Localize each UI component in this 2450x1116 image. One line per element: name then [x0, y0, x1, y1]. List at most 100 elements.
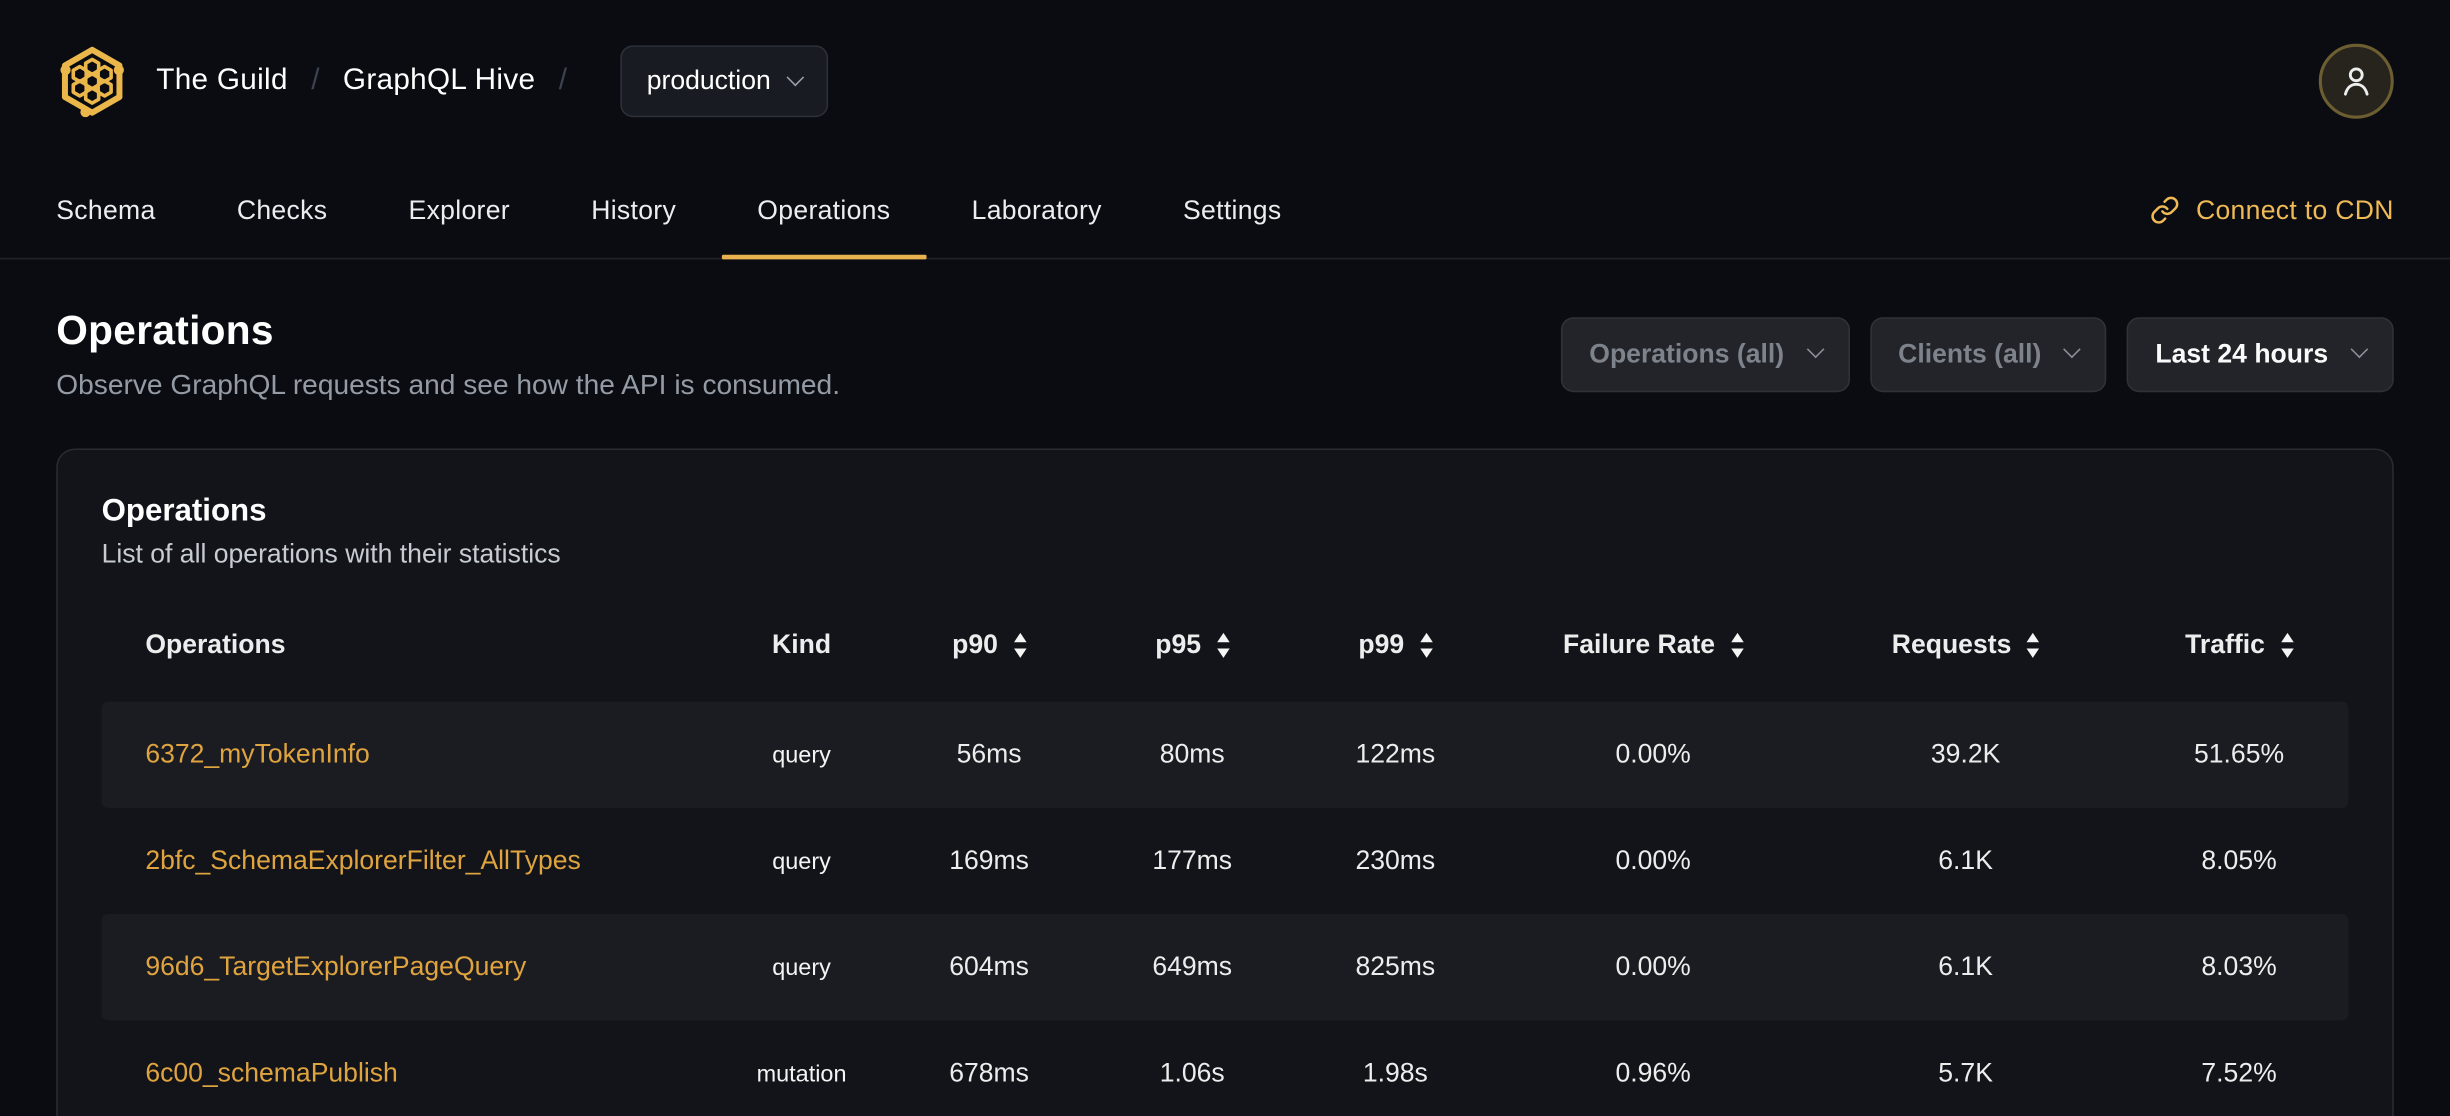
- period-filter-dropdown[interactable]: Last 24 hours: [2127, 316, 2394, 392]
- sort-asc-icon: [1013, 632, 1027, 643]
- operation-link[interactable]: 96d6_TargetExplorerPageQuery: [145, 952, 526, 982]
- column-label: Failure Rate: [1563, 629, 1716, 660]
- sort-arrows-icon[interactable]: [1216, 632, 1230, 658]
- breadcrumb-project[interactable]: GraphQL Hive: [343, 64, 535, 98]
- table-row: 96d6_TargetExplorerPageQuery query 604ms…: [101, 914, 2349, 1021]
- connect-to-cdn-label: Connect to CDN: [2195, 194, 2394, 225]
- page-title: Operations: [56, 306, 274, 354]
- sort-arrows-icon[interactable]: [1013, 632, 1027, 658]
- traffic-cell: 8.05%: [2201, 845, 2277, 875]
- p90-cell: 678ms: [949, 1057, 1029, 1088]
- column-label: Kind: [772, 629, 832, 660]
- p90-cell: 56ms: [956, 739, 1022, 769]
- sort-desc-icon: [1419, 648, 1433, 658]
- column-header-operations: Operations: [102, 630, 724, 661]
- failure-rate-cell: 0.96%: [1615, 1057, 1691, 1088]
- card-title: Operations: [101, 493, 267, 529]
- p99-cell: 1.98s: [1362, 1057, 1428, 1088]
- chevron-down-icon: [786, 67, 805, 86]
- chevron-down-icon: [1806, 340, 1825, 359]
- kind-cell: query: [772, 847, 831, 875]
- target-selector[interactable]: production: [620, 45, 829, 118]
- page-header: Operations Observe GraphQL requests and …: [0, 259, 2450, 401]
- tab-history[interactable]: History: [555, 163, 712, 258]
- breadcrumb-org[interactable]: The Guild: [156, 64, 288, 98]
- tab-explorer[interactable]: Explorer: [373, 163, 546, 258]
- table-row: 6372_myTokenInfo query 56ms 80ms 122ms 0…: [101, 701, 2349, 808]
- sort-desc-icon: [2280, 648, 2293, 658]
- target-selector-value: production: [646, 65, 771, 96]
- column-header-p95[interactable]: p95: [1098, 630, 1286, 661]
- sort-asc-icon: [2280, 632, 2293, 643]
- traffic-cell: 7.52%: [2201, 1057, 2277, 1088]
- p95-cell: 649ms: [1152, 951, 1233, 982]
- table-row: 2bfc_SchemaExplorerFilter_AllTypes query…: [102, 808, 2349, 914]
- sort-asc-icon: [1730, 632, 1744, 643]
- clients-filter-dropdown[interactable]: Clients (all): [1870, 316, 2107, 392]
- connect-to-cdn-button[interactable]: Connect to CDN: [2151, 163, 2394, 258]
- p99-cell: 122ms: [1355, 739, 1436, 769]
- column-label: Requests: [1891, 629, 2012, 660]
- hive-logo-icon: [60, 46, 124, 118]
- breadcrumb: The Guild / GraphQL Hive / production: [56, 42, 829, 120]
- operations-filter-label: Operations (all): [1589, 338, 1785, 368]
- top-bar: The Guild / GraphQL Hive / production: [0, 0, 2450, 163]
- tab-label: History: [591, 194, 677, 225]
- sort-asc-icon: [1216, 632, 1230, 643]
- tab-label: Checks: [236, 194, 328, 225]
- traffic-cell: 51.65%: [2193, 739, 2285, 769]
- failure-rate-cell: 0.00%: [1615, 845, 1691, 875]
- requests-cell: 6.1K: [1938, 845, 1993, 875]
- app-root: The Guild / GraphQL Hive / production Sc…: [0, 0, 2450, 1116]
- sort-asc-icon: [2026, 632, 2040, 643]
- period-filter-label: Last 24 hours: [2155, 338, 2329, 368]
- kind-cell: query: [772, 953, 831, 981]
- tab-schema[interactable]: Schema: [20, 163, 191, 258]
- sort-desc-icon: [2026, 648, 2040, 658]
- operations-filter-dropdown[interactable]: Operations (all): [1561, 316, 1850, 392]
- filter-bar: Operations (all) Clients (all) Last 24 h…: [1561, 316, 2394, 392]
- clients-filter-label: Clients (all): [1898, 338, 2042, 368]
- p95-cell: 177ms: [1152, 845, 1233, 875]
- tab-settings[interactable]: Settings: [1147, 163, 1317, 258]
- page-subtitle: Observe GraphQL requests and see how the…: [56, 368, 841, 400]
- breadcrumb-separator: /: [558, 64, 568, 97]
- sort-arrows-icon[interactable]: [1419, 632, 1433, 658]
- operation-link[interactable]: 6c00_schemaPublish: [145, 1058, 398, 1088]
- tab-laboratory[interactable]: Laboratory: [936, 163, 1138, 258]
- column-header-requests[interactable]: Requests: [1802, 630, 2130, 661]
- table-row: 6c00_schemaPublish mutation 678ms 1.06s …: [102, 1020, 2349, 1116]
- sort-arrows-icon[interactable]: [1730, 632, 1744, 658]
- column-header-failure-rate[interactable]: Failure Rate: [1505, 630, 1802, 661]
- column-header-p99[interactable]: p99: [1286, 630, 1505, 661]
- p90-cell: 169ms: [949, 845, 1029, 875]
- requests-cell: 6.1K: [1938, 951, 1993, 982]
- operation-link[interactable]: 6372_myTokenInfo: [145, 739, 369, 769]
- tabs: Schema Checks Explorer History Operation…: [20, 163, 1317, 260]
- p99-cell: 825ms: [1355, 951, 1436, 982]
- requests-cell: 39.2K: [1930, 739, 2001, 769]
- p90-cell: 604ms: [949, 951, 1029, 982]
- column-header-p90[interactable]: p90: [880, 630, 1099, 661]
- breadcrumb-items: The Guild / GraphQL Hive /: [156, 64, 567, 98]
- link-icon: [2152, 196, 2179, 224]
- tab-label: Operations: [757, 194, 891, 225]
- traffic-cell: 8.03%: [2201, 951, 2277, 982]
- column-header-traffic[interactable]: Traffic: [2130, 630, 2349, 661]
- user-avatar[interactable]: [2318, 43, 2394, 119]
- tab-label: Settings: [1183, 194, 1282, 225]
- tab-label: Laboratory: [971, 194, 1102, 225]
- table-header-row: Operations Kind p90 p95 p99 Failure Rate: [102, 602, 2349, 690]
- operation-link[interactable]: 2bfc_SchemaExplorerFilter_AllTypes: [145, 845, 581, 875]
- sort-arrows-icon[interactable]: [2026, 632, 2040, 658]
- column-header-kind: Kind: [723, 630, 879, 661]
- card-subtitle: List of all operations with their statis…: [101, 539, 561, 569]
- tab-operations[interactable]: Operations: [721, 163, 927, 260]
- sort-desc-icon: [1216, 648, 1230, 658]
- operations-table: Operations Kind p90 p95 p99 Failure Rate: [101, 602, 2349, 1116]
- column-label: p90: [952, 629, 998, 660]
- tab-checks[interactable]: Checks: [201, 163, 363, 258]
- kind-cell: mutation: [756, 1060, 847, 1087]
- sort-arrows-icon[interactable]: [2280, 632, 2293, 658]
- failure-rate-cell: 0.00%: [1615, 739, 1691, 769]
